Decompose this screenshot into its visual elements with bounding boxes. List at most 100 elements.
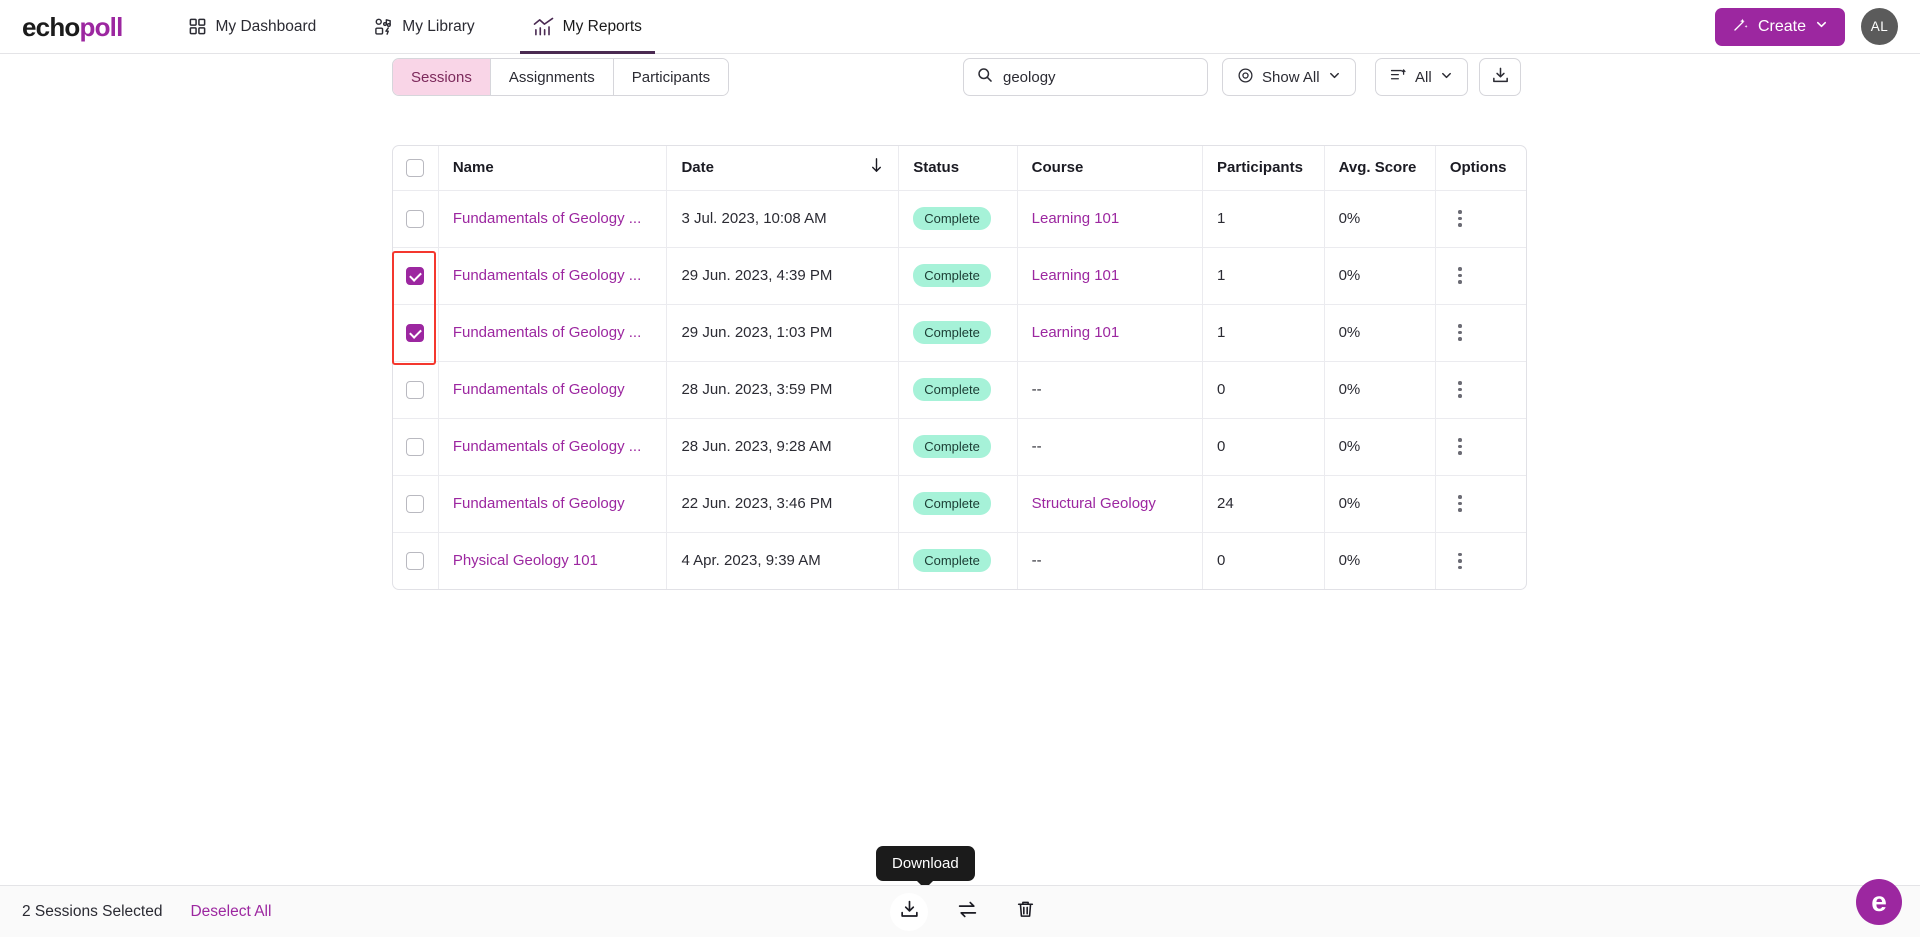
session-name-link[interactable]: Fundamentals of Geology: [453, 495, 653, 512]
app-logo[interactable]: echopoll: [22, 14, 123, 40]
status-badge: Complete: [913, 378, 991, 401]
trash-icon: [1015, 899, 1036, 925]
table-row: Fundamentals of Geology ... 29 Jun. 2023,…: [393, 247, 1526, 305]
header-status[interactable]: Status: [898, 146, 1018, 191]
row-checkbox[interactable]: [406, 437, 425, 456]
deselect-all-link[interactable]: Deselect All: [190, 903, 271, 921]
cell-date: 29 Jun. 2023, 4:39 PM: [666, 247, 900, 305]
session-name-link[interactable]: Fundamentals of Geology ...: [453, 324, 653, 341]
nav-item-my-library[interactable]: My Library: [361, 0, 487, 54]
download-icon: [1491, 66, 1510, 88]
transfer-icon: [957, 899, 978, 925]
chevron-down-icon: [1440, 69, 1453, 86]
table-row: Fundamentals of Geology 22 Jun. 2023, 3:4…: [393, 475, 1526, 533]
row-checkbox[interactable]: [406, 380, 425, 399]
cell-options: [1435, 532, 1526, 589]
cell-participants: 1: [1202, 190, 1325, 248]
table-row: Fundamentals of Geology ... 28 Jun. 2023,…: [393, 418, 1526, 476]
search-box[interactable]: [963, 58, 1208, 96]
row-checkbox[interactable]: [406, 551, 425, 570]
filter-label: All: [1415, 68, 1432, 86]
show-all-dropdown[interactable]: Show All: [1222, 58, 1356, 96]
row-select-cell: [393, 247, 439, 305]
row-checkbox[interactable]: [406, 209, 425, 228]
download-tooltip: Download: [876, 846, 975, 881]
cell-participants: 1: [1202, 304, 1325, 362]
session-name-link[interactable]: Fundamentals of Geology: [453, 381, 653, 398]
nav-label-my-dashboard: My Dashboard: [215, 17, 317, 35]
header-course[interactable]: Course: [1017, 146, 1204, 191]
sessions-table: Name Date Status Course Participants Avg…: [392, 145, 1527, 590]
session-name-link[interactable]: Fundamentals of Geology ...: [453, 267, 653, 284]
course-link[interactable]: Learning 101: [1032, 210, 1120, 227]
cell-participants: 0: [1202, 532, 1325, 589]
toolbar-download-button[interactable]: [1479, 58, 1521, 96]
tab-sessions[interactable]: Sessions: [393, 59, 491, 95]
cell-date: 29 Jun. 2023, 1:03 PM: [666, 304, 900, 362]
header-participants[interactable]: Participants: [1202, 146, 1325, 191]
filter-dropdown[interactable]: All: [1375, 58, 1468, 96]
cell-avg-score: 0%: [1324, 532, 1436, 589]
cell-course: --: [1017, 418, 1204, 476]
sort-descending-icon: [869, 157, 884, 178]
eye-icon: [1237, 67, 1254, 88]
select-all-checkbox[interactable]: [406, 158, 425, 177]
table-head: Name Date Status Course Participants Avg…: [393, 146, 1526, 191]
cell-options: [1435, 304, 1526, 362]
tab-participants[interactable]: Participants: [613, 59, 729, 95]
cell-options: [1435, 190, 1526, 248]
row-options-kebab-icon[interactable]: [1450, 438, 1470, 455]
logo-text-echo: echo: [22, 11, 80, 42]
row-options-kebab-icon[interactable]: [1450, 381, 1470, 398]
header-options: Options: [1435, 146, 1526, 191]
header-avg-score[interactable]: Avg. Score: [1324, 146, 1436, 191]
status-badge: Complete: [913, 549, 991, 573]
help-assistant-button[interactable]: e: [1856, 879, 1902, 925]
download-action-button[interactable]: [890, 892, 928, 931]
cell-status: Complete: [898, 247, 1018, 305]
row-checkbox[interactable]: [406, 323, 425, 342]
course-link[interactable]: Learning 101: [1032, 267, 1120, 284]
session-name-link[interactable]: Physical Geology 101: [453, 552, 653, 569]
cell-date: 28 Jun. 2023, 3:59 PM: [666, 361, 900, 419]
row-select-cell: [393, 361, 439, 419]
cell-course: --: [1017, 532, 1204, 589]
row-options-kebab-icon[interactable]: [1450, 552, 1470, 569]
filter-icon: [1390, 67, 1407, 88]
logo-text-poll: poll: [79, 11, 123, 42]
nav-item-my-dashboard[interactable]: My Dashboard: [175, 0, 330, 54]
status-badge: Complete: [913, 321, 991, 344]
search-input[interactable]: [1003, 68, 1194, 86]
row-options-kebab-icon[interactable]: [1450, 324, 1470, 341]
row-checkbox[interactable]: [406, 266, 425, 285]
cell-name: Physical Geology 101: [438, 532, 668, 589]
session-name-link[interactable]: Fundamentals of Geology ...: [453, 210, 653, 227]
delete-action-button[interactable]: [1006, 893, 1044, 931]
session-name-link[interactable]: Fundamentals of Geology ...: [453, 438, 653, 455]
move-action-button[interactable]: [948, 893, 986, 931]
row-options-kebab-icon[interactable]: [1450, 210, 1470, 227]
row-options-kebab-icon[interactable]: [1450, 267, 1470, 284]
tab-assignments[interactable]: Assignments: [490, 59, 614, 95]
cell-options: [1435, 475, 1526, 533]
cell-avg-score: 0%: [1324, 475, 1436, 533]
row-checkbox[interactable]: [406, 494, 425, 513]
table-row: Fundamentals of Geology 28 Jun. 2023, 3:5…: [393, 361, 1526, 419]
course-link[interactable]: Structural Geology: [1032, 495, 1156, 512]
cell-status: Complete: [898, 532, 1018, 589]
course-link[interactable]: Learning 101: [1032, 324, 1120, 341]
avatar[interactable]: AL: [1861, 8, 1898, 45]
row-options-kebab-icon[interactable]: [1450, 495, 1470, 512]
main-nav: My Dashboard My Library My Reports: [175, 0, 687, 54]
nav-item-my-reports[interactable]: My Reports: [519, 0, 656, 54]
create-button[interactable]: Create: [1714, 7, 1845, 46]
cell-avg-score: 0%: [1324, 190, 1436, 248]
header-name[interactable]: Name: [438, 146, 668, 191]
search-icon: [977, 67, 993, 88]
row-select-cell: [393, 532, 439, 589]
cell-name: Fundamentals of Geology: [438, 475, 668, 533]
avatar-initials: AL: [1870, 19, 1889, 34]
library-icon: [374, 17, 393, 36]
cell-date: 22 Jun. 2023, 3:46 PM: [666, 475, 900, 533]
header-date[interactable]: Date: [666, 146, 900, 191]
